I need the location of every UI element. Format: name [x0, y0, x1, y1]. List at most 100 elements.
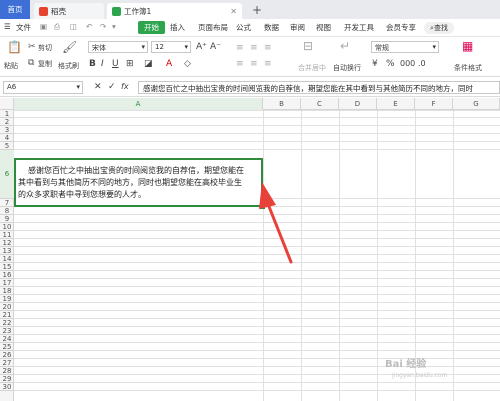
hamburger-icon[interactable]: ☰ — [4, 22, 11, 31]
redo-icon[interactable]: ↷ — [100, 22, 106, 31]
row-header-27[interactable]: 27 — [0, 359, 14, 367]
row-header-3[interactable]: 3 — [0, 126, 14, 134]
menu-review[interactable]: 审阅 — [290, 22, 305, 33]
number-format-select[interactable]: 常规 ▾ — [371, 41, 439, 53]
row-header-7[interactable]: 7 — [0, 199, 14, 207]
row-header-30[interactable]: 30 — [0, 383, 14, 391]
print-icon[interactable]: ⎙ — [54, 22, 60, 32]
border-icon[interactable]: ⊞ — [126, 59, 134, 69]
row-header-19[interactable]: 19 — [0, 295, 14, 303]
row-header-17[interactable]: 17 — [0, 279, 14, 287]
merge-center-icon[interactable]: ⊟ — [303, 39, 313, 53]
menu-insert[interactable]: 插入 — [170, 22, 185, 33]
row-header-6[interactable]: 6 — [0, 150, 14, 199]
font-color-icon[interactable]: A — [166, 59, 172, 69]
tab-docer[interactable]: 稻壳 — [34, 3, 104, 19]
row-header-4[interactable]: 4 — [0, 134, 14, 142]
row-header-18[interactable]: 18 — [0, 287, 14, 295]
row-header-10[interactable]: 10 — [0, 223, 14, 231]
decrease-font-icon[interactable]: A⁻ — [210, 42, 221, 52]
row-header-15[interactable]: 15 — [0, 263, 14, 271]
cell-grid[interactable] — [14, 110, 500, 401]
wrap-text-button[interactable]: 自动换行 — [333, 63, 361, 73]
conditional-format-button[interactable]: 条件格式 — [454, 63, 482, 73]
row-header-23[interactable]: 23 — [0, 327, 14, 335]
more-icon[interactable]: ▾ — [112, 22, 116, 31]
menu-file[interactable]: 文件 — [16, 22, 31, 33]
menu-member[interactable]: 会员专享 — [386, 22, 416, 33]
currency-icon[interactable]: ¥ — [372, 59, 378, 69]
row-header-5[interactable]: 5 — [0, 142, 14, 150]
row-header-25[interactable]: 25 — [0, 343, 14, 351]
percent-icon[interactable]: % — [386, 59, 395, 69]
tab-workbook[interactable]: 工作簿1 ✕ — [107, 3, 242, 19]
row-header-24[interactable]: 24 — [0, 335, 14, 343]
align-center-icon[interactable]: ≡ — [250, 59, 258, 69]
increase-font-icon[interactable]: A⁺ — [196, 42, 207, 52]
italic-icon[interactable]: I — [101, 59, 104, 69]
row-header-20[interactable]: 20 — [0, 303, 14, 311]
underline-icon[interactable]: U — [112, 59, 119, 69]
font-size-select[interactable]: 12 ▾ — [151, 41, 191, 53]
select-all-corner[interactable] — [0, 98, 14, 110]
cut-button[interactable]: 剪切 — [38, 43, 52, 53]
bold-icon[interactable]: B — [89, 59, 96, 69]
row-header-29[interactable]: 29 — [0, 375, 14, 383]
column-header-g[interactable]: G — [453, 98, 500, 110]
format-painter-button[interactable]: 格式刷 — [58, 61, 79, 71]
column-header-e[interactable]: E — [377, 98, 415, 110]
tab-home[interactable]: 首页 — [0, 0, 30, 19]
conditional-format-icon[interactable]: ▦ — [462, 39, 473, 53]
fx-icon[interactable]: fx — [121, 82, 129, 91]
align-left-icon[interactable]: ≡ — [236, 59, 244, 69]
add-tab-button[interactable]: + — [247, 2, 267, 18]
save-icon[interactable]: ▣ — [40, 22, 47, 31]
clear-format-icon[interactable]: ◇ — [184, 59, 191, 69]
column-header-c[interactable]: C — [301, 98, 339, 110]
paste-icon[interactable]: 📋 — [7, 40, 22, 54]
row-header-12[interactable]: 12 — [0, 239, 14, 247]
undo-icon[interactable]: ↶ — [86, 22, 92, 31]
row-header-21[interactable]: 21 — [0, 311, 14, 319]
search-button[interactable]: ⌕ 查找 — [424, 22, 454, 34]
align-bottom-icon[interactable]: ≡ — [264, 43, 272, 53]
menu-page-layout[interactable]: 页面布局 — [198, 22, 228, 33]
thousands-icon[interactable]: 000 — [400, 59, 415, 68]
menu-data[interactable]: 数据 — [264, 22, 279, 33]
paste-button[interactable]: 粘贴 — [4, 61, 18, 71]
row-header-1[interactable]: 1 — [0, 110, 14, 118]
column-header-f[interactable]: F — [415, 98, 453, 110]
wrap-text-icon[interactable]: ↵ — [340, 39, 350, 53]
row-header-11[interactable]: 11 — [0, 231, 14, 239]
fill-handle[interactable] — [260, 204, 265, 209]
formula-input[interactable]: 感谢您百忙之中抽出宝贵的时间阅览我的自荐信，期望您能在其中看到与其他简历不同的地… — [138, 81, 500, 94]
font-name-select[interactable]: 宋体 ▾ — [88, 41, 148, 53]
menu-developer[interactable]: 开发工具 — [344, 22, 374, 33]
cancel-icon[interactable]: ✕ — [94, 82, 102, 92]
format-painter-icon[interactable]: 🖌 — [62, 40, 77, 54]
row-header-16[interactable]: 16 — [0, 271, 14, 279]
column-header-d[interactable]: D — [339, 98, 377, 110]
column-header-b[interactable]: B — [263, 98, 301, 110]
close-icon[interactable]: ✕ — [230, 7, 237, 16]
row-header-14[interactable]: 14 — [0, 255, 14, 263]
menu-view[interactable]: 视图 — [316, 22, 331, 33]
row-header-28[interactable]: 28 — [0, 367, 14, 375]
copy-button[interactable]: 复制 — [38, 59, 52, 69]
column-header-a[interactable]: A — [14, 98, 263, 110]
cell-a6[interactable]: 感谢您百忙之中抽出宝贵的时间阅览我的自荐信，期望您能在 其中看到与其他简历不同的… — [14, 158, 263, 207]
align-middle-icon[interactable]: ≡ — [250, 43, 258, 53]
preview-icon[interactable]: ◫ — [70, 22, 77, 31]
row-header-8[interactable]: 8 — [0, 207, 14, 215]
align-right-icon[interactable]: ≡ — [264, 59, 272, 69]
name-box[interactable]: A6 ▾ — [3, 81, 83, 94]
row-header-13[interactable]: 13 — [0, 247, 14, 255]
confirm-icon[interactable]: ✓ — [108, 82, 116, 92]
merge-center-button[interactable]: 合并居中 — [298, 63, 326, 73]
row-header-26[interactable]: 26 — [0, 351, 14, 359]
row-header-2[interactable]: 2 — [0, 118, 14, 126]
row-header-22[interactable]: 22 — [0, 319, 14, 327]
fill-color-icon[interactable]: ◪ — [144, 59, 153, 69]
decimal-icon[interactable]: .0 — [418, 59, 426, 68]
menu-formula[interactable]: 公式 — [236, 22, 251, 33]
